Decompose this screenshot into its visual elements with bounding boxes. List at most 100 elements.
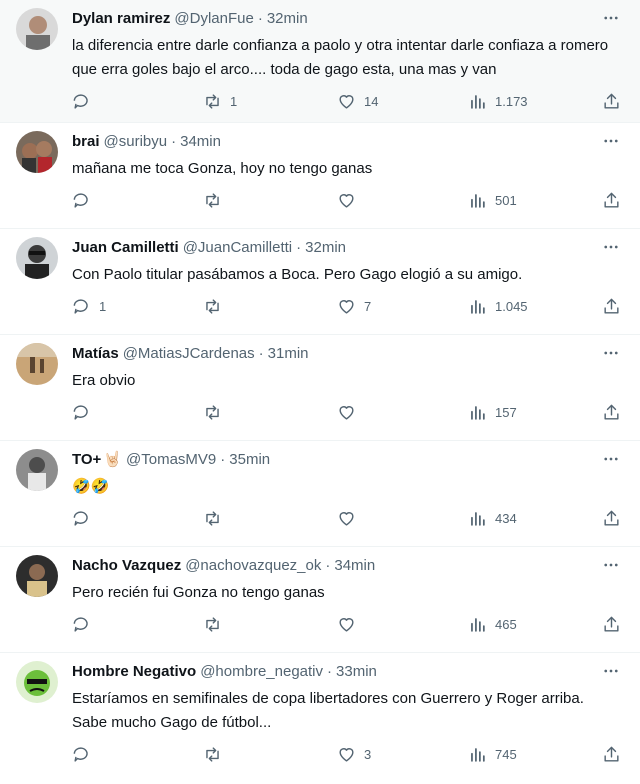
like-button[interactable]: 7 [337, 297, 371, 316]
tweet-header: Hombre Negativo @hombre_negativ · 33min [72, 661, 624, 683]
like-button[interactable]: 3 [337, 745, 371, 764]
retweet-button[interactable] [203, 615, 230, 634]
views-button[interactable]: 501 [468, 191, 517, 210]
views-button[interactable]: 465 [468, 615, 517, 634]
timestamp[interactable]: 34min [180, 132, 221, 152]
reply-count: 1 [99, 299, 107, 314]
more-options-button[interactable] [600, 451, 622, 467]
share-button[interactable] [602, 403, 621, 422]
views-button[interactable]: 745 [468, 745, 517, 764]
reply-button[interactable]: 1 [72, 297, 106, 316]
username[interactable]: @TomasMV9 [126, 450, 216, 470]
more-options-button[interactable] [600, 663, 622, 679]
share-button[interactable] [602, 615, 621, 634]
avatar[interactable] [16, 8, 58, 50]
like-count: 14 [364, 94, 379, 109]
share-button[interactable] [602, 92, 621, 111]
reply-button[interactable] [72, 615, 99, 634]
like-button[interactable] [337, 509, 364, 528]
retweet-icon [206, 299, 219, 314]
reply-icon [73, 405, 88, 420]
reply-button[interactable] [72, 509, 99, 528]
separator: · [171, 133, 177, 150]
tweet-actions: 434 [72, 505, 624, 543]
reply-button[interactable] [72, 191, 99, 210]
avatar[interactable] [16, 449, 58, 491]
views-button[interactable]: 434 [468, 509, 517, 528]
reply-button[interactable] [72, 745, 99, 764]
reply-icon [73, 747, 88, 762]
share-button[interactable] [602, 191, 621, 210]
retweet-button[interactable] [203, 403, 230, 422]
display-name[interactable]: TO+ [72, 450, 101, 470]
username[interactable]: @suribyu [104, 132, 168, 152]
avatar[interactable] [16, 237, 58, 279]
avatar[interactable] [16, 131, 58, 173]
like-button[interactable] [337, 615, 364, 634]
avatar[interactable] [16, 343, 58, 385]
tweet[interactable]: Hombre Negativo @hombre_negativ · 33min … [0, 653, 640, 784]
retweet-icon [206, 94, 219, 109]
username[interactable]: @hombre_negativ [200, 662, 323, 682]
username[interactable]: @MatiasJCardenas [123, 344, 255, 364]
display-name[interactable]: brai [72, 132, 100, 152]
display-name[interactable]: Juan Camilletti [72, 238, 179, 258]
retweet-button[interactable] [203, 509, 230, 528]
timestamp[interactable]: 35min [229, 450, 270, 470]
share-button[interactable] [602, 509, 621, 528]
retweet-icon [206, 747, 219, 762]
share-icon [604, 298, 619, 314]
tweet[interactable]: brai @suribyu · 34min mañana me toca Gon… [0, 123, 640, 229]
separator: · [296, 239, 302, 256]
retweet-button[interactable] [203, 297, 230, 316]
analytics-icon [471, 618, 485, 632]
separator: · [220, 451, 226, 468]
retweet-button[interactable] [203, 745, 230, 764]
retweet-button[interactable]: 1 [203, 92, 237, 111]
avatar[interactable] [16, 555, 58, 597]
more-options-button[interactable] [600, 239, 622, 255]
views-button[interactable]: 1.173 [468, 92, 528, 111]
separator: · [258, 345, 264, 362]
reply-icon [73, 511, 88, 526]
share-button[interactable] [602, 297, 621, 316]
views-button[interactable]: 157 [468, 403, 517, 422]
share-button[interactable] [602, 745, 621, 764]
tweet[interactable]: Dylan ramirez @DylanFue · 32min la difer… [0, 0, 640, 123]
timestamp[interactable]: 31min [268, 344, 309, 364]
like-button[interactable] [337, 403, 364, 422]
more-options-button[interactable] [600, 557, 622, 573]
avatar[interactable] [16, 661, 58, 703]
like-button[interactable]: 14 [337, 92, 378, 111]
timestamp[interactable]: 32min [305, 238, 346, 258]
more-options-button[interactable] [600, 345, 622, 361]
timestamp[interactable]: 34min [334, 556, 375, 576]
tweet[interactable]: Juan Camilletti @JuanCamilletti · 32min … [0, 229, 640, 335]
view-count: 745 [495, 747, 517, 762]
views-button[interactable]: 1.045 [468, 297, 528, 316]
tweet-text: Era obvio [72, 372, 136, 389]
username[interactable]: @nachovazquez_ok [185, 556, 321, 576]
tweet[interactable]: Matías @MatiasJCardenas · 31min Era obvi… [0, 335, 640, 441]
timestamp[interactable]: 32min [267, 9, 308, 29]
tweet[interactable]: Nacho Vazquez @nachovazquez_ok · 34min P… [0, 547, 640, 653]
display-name[interactable]: Hombre Negativo [72, 662, 196, 682]
like-count: 3 [364, 747, 372, 762]
like-button[interactable] [337, 191, 364, 210]
avatar-photo-icon [16, 131, 58, 173]
username[interactable]: @DylanFue [174, 9, 253, 29]
username[interactable]: @JuanCamilletti [183, 238, 292, 258]
display-name[interactable]: Dylan ramirez [72, 9, 170, 29]
reply-button[interactable] [72, 403, 99, 422]
display-name[interactable]: Matías [72, 344, 119, 364]
tweet-header: Juan Camilletti @JuanCamilletti · 32min [72, 237, 624, 259]
more-options-button[interactable] [600, 10, 622, 26]
tweet-text: Con Paolo titular pasábamos a Boca. Pero… [72, 266, 523, 283]
retweet-button[interactable] [203, 191, 230, 210]
display-name[interactable]: Nacho Vazquez [72, 556, 181, 576]
tweet[interactable]: TO+ 🤘🏻 @TomasMV9 · 35min 🤣🤣 434 [0, 441, 640, 547]
timestamp[interactable]: 33min [336, 662, 377, 682]
tweet-text: la diferencia entre darle confianza a pa… [72, 37, 613, 78]
reply-button[interactable] [72, 92, 99, 111]
more-options-button[interactable] [600, 133, 622, 149]
